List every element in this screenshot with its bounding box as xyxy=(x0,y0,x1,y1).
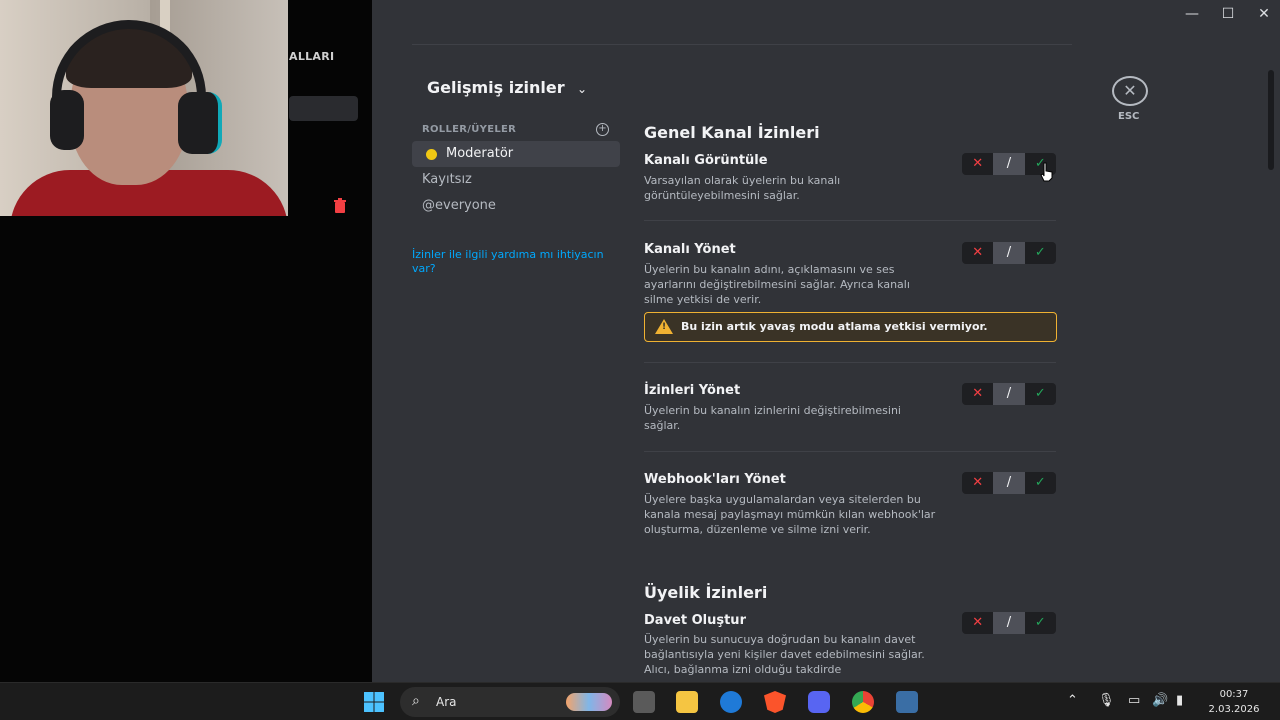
divider xyxy=(644,362,1056,363)
selected-channel-bar[interactable] xyxy=(289,96,358,121)
add-role-icon[interactable]: + xyxy=(596,123,609,136)
volume-icon[interactable]: 🔊 xyxy=(1152,693,1168,708)
taskbar: ⌕ Ara ⌃ 🎙 ▭ 🔊 ▮ 00:37 2.03.2026 xyxy=(0,682,1280,720)
perm-title: Davet Oluştur xyxy=(644,613,746,628)
search-highlight-icon xyxy=(566,693,612,711)
scrollbar-thumb[interactable] xyxy=(1268,70,1274,170)
microphone-icon[interactable]: 🎙 xyxy=(1098,693,1115,708)
search-box[interactable]: ⌕ Ara xyxy=(400,687,620,717)
permission-toggle: ✕ / ✓ xyxy=(962,612,1056,634)
role-label: Kayıtsız xyxy=(422,172,472,187)
allow-button[interactable]: ✓ xyxy=(1025,242,1056,264)
role-label: @everyone xyxy=(422,198,496,213)
mail-icon[interactable] xyxy=(720,691,742,713)
chevron-up-icon[interactable]: ⌃ xyxy=(1067,693,1078,708)
trash-icon[interactable] xyxy=(333,198,347,214)
role-color-dot xyxy=(426,149,437,160)
warning-icon: ! xyxy=(655,319,673,334)
perm-desc: Üyelerin bu sunucuya doğrudan bu kanalın… xyxy=(644,633,925,676)
perm-desc: Üyelerin bu kanalın izinlerini değiştire… xyxy=(644,404,901,432)
deny-button[interactable]: ✕ xyxy=(962,383,993,405)
permission-toggle: ✕ / ✓ xyxy=(962,383,1056,405)
allow-button[interactable]: ✓ xyxy=(1025,472,1056,494)
screen: ALLARI — ☐ ✕ Gelişmiş izinler ⌄ ROLLER/Ü… xyxy=(0,0,1280,720)
perm-title: Kanalı Görüntüle xyxy=(644,153,768,168)
chevron-down-icon[interactable]: ⌄ xyxy=(577,82,587,96)
windows-start-icon[interactable] xyxy=(363,691,385,713)
settings-panel: — ☐ ✕ Gelişmiş izinler ⌄ ROLLER/ÜYELER +… xyxy=(372,0,1280,682)
divider xyxy=(412,44,1072,45)
perm-title: İzinleri Yönet xyxy=(644,383,741,398)
calculator-icon[interactable] xyxy=(896,691,918,713)
close-window-button[interactable]: ✕ xyxy=(1256,6,1272,22)
allow-button[interactable]: ✓ xyxy=(1025,612,1056,634)
clock-date: 2.03.2026 xyxy=(1208,704,1260,715)
permission-toggle: ✕ / ✓ xyxy=(962,242,1056,264)
taskbar-clock[interactable]: 00:37 2.03.2026 xyxy=(1206,687,1262,717)
neutral-button[interactable]: / xyxy=(993,472,1025,494)
chrome-icon[interactable] xyxy=(852,691,874,713)
roles-label: ROLLER/ÜYELER xyxy=(422,124,517,135)
deny-button[interactable]: ✕ xyxy=(962,612,993,634)
brave-browser-icon[interactable] xyxy=(764,691,786,713)
display-icon[interactable]: ▭ xyxy=(1128,693,1140,708)
deny-button[interactable]: ✕ xyxy=(962,153,993,175)
esc-label: ESC xyxy=(1118,111,1140,122)
neutral-button[interactable]: / xyxy=(993,153,1025,175)
role-label: Moderatör xyxy=(446,146,514,161)
clock-time: 00:37 xyxy=(1219,689,1249,700)
deny-button[interactable]: ✕ xyxy=(962,242,993,264)
warning-box: ! Bu izin artık yavaş modu atlama yetkis… xyxy=(644,312,1057,342)
maximize-button[interactable]: ☐ xyxy=(1220,6,1236,22)
search-icon: ⌕ xyxy=(412,693,420,709)
neutral-button[interactable]: / xyxy=(993,383,1025,405)
close-circle-icon[interactable]: ✕ xyxy=(1112,76,1148,106)
discord-icon[interactable] xyxy=(808,691,830,713)
task-view-icon[interactable] xyxy=(633,691,655,713)
deny-button[interactable]: ✕ xyxy=(962,472,993,494)
neutral-button[interactable]: / xyxy=(993,612,1025,634)
perm-title: Kanalı Yönet xyxy=(644,242,736,257)
role-item-moderator[interactable]: Moderatör xyxy=(412,141,620,167)
help-link[interactable]: İzinler ile ilgili yardıma mı ihtiyacın … xyxy=(412,248,622,276)
perm-desc: Üyelere başka uygulamalardan veya sitele… xyxy=(644,493,936,536)
search-placeholder: Ara xyxy=(436,695,457,709)
minimize-button[interactable]: — xyxy=(1184,6,1200,22)
category-label: ALLARI xyxy=(289,50,335,63)
perm-desc: Üyelerin bu kanalın adını, açıklamasını … xyxy=(644,263,910,306)
hand-cursor-icon xyxy=(1040,162,1053,182)
webcam-overlay xyxy=(0,0,288,216)
perm-title: Webhook'ları Yönet xyxy=(644,472,786,487)
neutral-button[interactable]: / xyxy=(993,242,1025,264)
role-item-everyone[interactable]: @everyone xyxy=(412,193,620,219)
file-explorer-icon[interactable] xyxy=(676,691,698,713)
divider xyxy=(644,451,1056,452)
perm-desc: Varsayılan olarak üyelerin bu kanalı gör… xyxy=(644,174,841,202)
allow-button[interactable]: ✓ xyxy=(1025,383,1056,405)
section-title-membership: Üyelik İzinleri xyxy=(644,583,768,602)
page-title: Gelişmiş izinler xyxy=(427,78,565,97)
permission-toggle: ✕ / ✓ xyxy=(962,472,1056,494)
role-item-kayitsiz[interactable]: Kayıtsız xyxy=(412,167,620,193)
section-title-general: Genel Kanal İzinleri xyxy=(644,123,820,142)
divider xyxy=(644,220,1056,221)
warning-text: Bu izin artık yavaş modu atlama yetkisi … xyxy=(681,320,988,333)
battery-icon[interactable]: ▮ xyxy=(1176,693,1183,708)
